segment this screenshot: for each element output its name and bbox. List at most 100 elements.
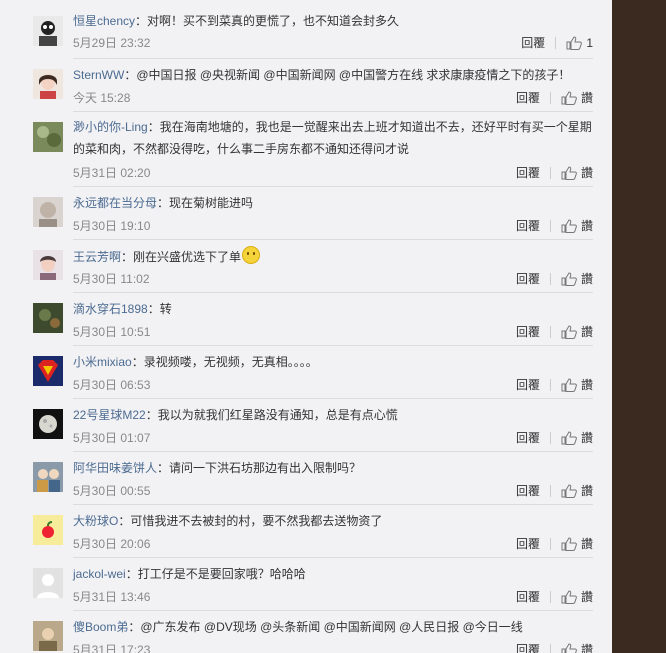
like-count: 1 [586, 36, 593, 50]
action-divider [549, 591, 551, 603]
comment-actions: 回覆 讚 [516, 271, 593, 287]
action-divider [549, 379, 551, 391]
like-button[interactable]: 讚 [561, 165, 593, 181]
comment-actions: 回覆 讚 [516, 324, 593, 340]
thumbs-up-icon [561, 272, 577, 286]
avatar[interactable] [33, 122, 63, 152]
thumbs-up-icon [561, 537, 577, 551]
like-button[interactable]: 讚 [561, 90, 593, 106]
like-button[interactable]: 讚 [561, 589, 593, 605]
username-link[interactable]: SternWW [73, 68, 124, 82]
comment-item: 恒星chency：对啊！买不到菜真的更慌了，也不知道会封多久 5月29日 23:… [0, 0, 612, 59]
comment-text: 傻Boom弟：@广东发布 @DV现场 @头条新闻 @中国新闻网 @人民日报 @今… [73, 620, 523, 634]
reply-button[interactable]: 回覆 [516, 589, 540, 605]
username-link[interactable]: 大粉球O [73, 514, 118, 528]
reply-button[interactable]: 回覆 [516, 536, 540, 552]
comment-text: 王云芳啊：刚在兴盛优选下了单 [73, 246, 603, 267]
avatar[interactable] [33, 621, 63, 651]
username-link[interactable]: 阿华田味姜饼人 [73, 461, 157, 475]
avatar[interactable] [33, 197, 63, 227]
username-link[interactable]: 恒星chency [73, 14, 135, 28]
avatar[interactable] [33, 462, 63, 492]
action-divider [549, 432, 551, 444]
username-link[interactable]: 渺小的你-Ling [73, 120, 148, 134]
avatar[interactable] [33, 250, 63, 280]
comment-actions: 回覆 讚 [516, 642, 593, 653]
like-button[interactable]: 讚 [561, 483, 593, 499]
thumbs-up-icon [561, 643, 577, 653]
action-divider [549, 326, 551, 338]
comment-item: 阿华田味姜饼人：请问一下洪石坊那边有出入限制吗？ 5月30日 00:55 回覆 … [0, 452, 612, 505]
reply-button[interactable]: 回覆 [516, 271, 540, 287]
username-link[interactable]: 22号星球M22 [73, 408, 146, 422]
reply-button[interactable]: 回覆 [516, 642, 540, 653]
like-label: 讚 [580, 272, 593, 286]
comment-text: 渺小的你-Ling：我在海南地塘的，我也是一觉醒来出去上班才知道出不去，还好平时… [73, 120, 592, 156]
username-link[interactable]: 小米mixiao [73, 355, 132, 369]
comment-time: 5月31日 17:23 [73, 643, 151, 653]
action-divider [549, 167, 551, 179]
comment-body: 刚在兴盛优选下了单 [133, 250, 242, 264]
comment-time: 5月29日 23:32 [73, 36, 151, 50]
comment-body: 对啊！买不到菜真的更慌了，也不知道会封多久 [147, 14, 400, 28]
username-link[interactable]: 傻Boom弟 [73, 620, 128, 634]
comment-text: 22号星球M22：我以为就我们红星路没有通知，总是有点心慌 [73, 408, 398, 422]
thumbs-up-icon [561, 325, 577, 339]
like-button[interactable]: 讚 [561, 642, 593, 653]
like-button[interactable]: 讚 [561, 536, 593, 552]
action-divider [549, 92, 551, 104]
comment-actions: 回覆 讚 [516, 218, 593, 234]
reply-button[interactable]: 回覆 [516, 90, 540, 106]
reply-button[interactable]: 回覆 [516, 324, 540, 340]
like-button[interactable]: 讚 [561, 271, 593, 287]
comment-item: 渺小的你-Ling：我在海南地塘的，我也是一觉醒来出去上班才知道出不去，还好平时… [0, 112, 612, 187]
avatar[interactable] [33, 356, 63, 386]
comment-time: 今天 15:28 [73, 91, 131, 105]
username-link[interactable]: 滴水穿石1898 [73, 302, 148, 316]
comment-item: 大粉球O：可惜我进不去被封的村，要不然我都去送物资了 5月30日 20:06 回… [0, 505, 612, 558]
comment-time: 5月30日 20:06 [73, 537, 151, 551]
comment-text: 小米mixiao：录视频喽，无视频，无真相。。。。 [73, 355, 318, 369]
username-link[interactable]: jackol-wei [73, 567, 126, 581]
comment-text: 大粉球O：可惜我进不去被封的村，要不然我都去送物资了 [73, 514, 383, 528]
like-label: 讚 [580, 166, 593, 180]
avatar[interactable] [33, 16, 63, 46]
comment-item: 滴水穿石1898：转 5月30日 10:51 回覆 讚 [0, 293, 612, 346]
comment-item: 傻Boom弟：@广东发布 @DV现场 @头条新闻 @中国新闻网 @人民日报 @今… [0, 611, 612, 653]
avatar[interactable] [33, 515, 63, 545]
comment-time: 5月30日 19:10 [73, 219, 151, 233]
avatar[interactable] [33, 303, 63, 333]
like-label: 讚 [580, 91, 593, 105]
like-button[interactable]: 讚 [561, 218, 593, 234]
like-label: 讚 [580, 590, 593, 604]
username-link[interactable]: 永远都在当分母 [73, 196, 157, 210]
reply-button[interactable]: 回覆 [521, 35, 545, 51]
comment-time: 5月30日 01:07 [73, 431, 151, 445]
comment-body: 转 [159, 302, 172, 316]
like-button[interactable]: 讚 [561, 430, 593, 446]
comment-text: jackol-wei：打工仔是不是要回家哦？哈哈哈 [73, 567, 306, 581]
comment-text: 恒星chency：对啊！买不到菜真的更慌了，也不知道会封多久 [73, 14, 400, 28]
comment-body: 我以为就我们红星路没有通知，总是有点心慌 [157, 408, 398, 422]
reply-button[interactable]: 回覆 [516, 377, 540, 393]
comment-time: 5月30日 11:02 [73, 272, 150, 286]
comment-actions: 回覆 讚 [516, 90, 593, 106]
reply-button[interactable]: 回覆 [516, 430, 540, 446]
thumbs-up-icon [561, 91, 577, 105]
reply-button[interactable]: 回覆 [516, 483, 540, 499]
reply-button[interactable]: 回覆 [516, 165, 540, 181]
like-button[interactable]: 1 [566, 35, 593, 51]
comment-actions: 回覆 讚 [516, 377, 593, 393]
avatar[interactable] [33, 409, 63, 439]
avatar[interactable] [33, 69, 63, 99]
avatar[interactable] [33, 568, 63, 598]
like-button[interactable]: 讚 [561, 377, 593, 393]
reply-button[interactable]: 回覆 [516, 218, 540, 234]
like-label: 讚 [580, 378, 593, 392]
comment-body: 可惜我进不去被封的村，要不然我都去送物资了 [130, 514, 383, 528]
smile-emoji-icon [242, 246, 261, 264]
username-link[interactable]: 王云芳啊 [73, 250, 121, 264]
comment-time: 5月31日 02:20 [73, 166, 151, 180]
like-label: 讚 [580, 484, 593, 498]
like-button[interactable]: 讚 [561, 324, 593, 340]
